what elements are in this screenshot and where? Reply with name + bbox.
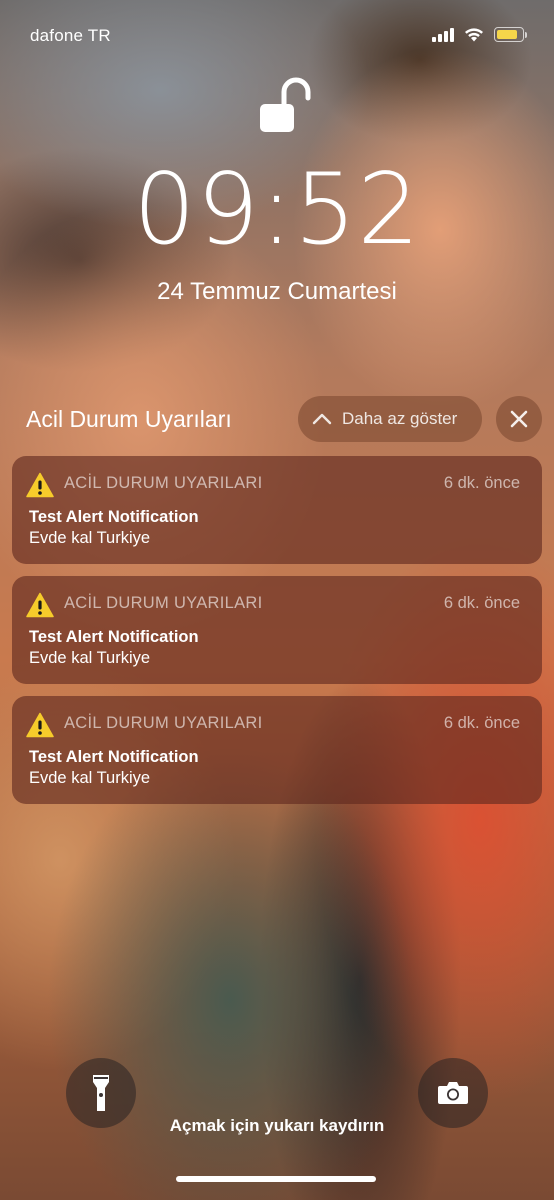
clock-time: 09:52 [133, 153, 421, 267]
battery-icon [494, 27, 527, 42]
unlocked-padlock-icon [260, 77, 311, 132]
notification-group-title: Acil Durum Uyarıları [26, 406, 232, 432]
notification-app-name: ACİL DURUM UYARILARI [64, 714, 263, 732]
notification-card[interactable]: ACİL DURUM UYARILARI 6 dk. önce Test Ale… [12, 456, 542, 564]
notification-card[interactable]: ACİL DURUM UYARILARI 6 dk. önce Test Ale… [12, 696, 542, 804]
notification-title: Test Alert Notification [29, 628, 199, 646]
wifi-icon [465, 28, 483, 42]
carrier-name: dafone TR [30, 26, 111, 45]
chevron-up-icon [312, 413, 332, 425]
swipe-up-hint: Açmak için yukarı kaydırın [169, 1116, 385, 1135]
battery-level [497, 30, 518, 39]
notification-body: Evde kal Turkiye [29, 649, 151, 667]
warning-icon [26, 472, 54, 498]
close-icon [510, 410, 528, 428]
notification-time: 6 dk. önce [443, 714, 520, 732]
notification-app-name: ACİL DURUM UYARILARI [64, 594, 263, 612]
notification-time: 6 dk. önce [443, 474, 520, 492]
notification-title: Test Alert Notification [29, 748, 199, 766]
notification-card[interactable]: ACİL DURUM UYARILARI 6 dk. önce Test Ale… [12, 576, 542, 684]
notification-title: Test Alert Notification [29, 508, 199, 526]
notification-app-name: ACİL DURUM UYARILARI [64, 474, 263, 492]
notification-time: 6 dk. önce [443, 594, 520, 612]
clock-date: 24 Temmuz Cumartesi [157, 278, 397, 305]
signal-icon [432, 27, 454, 42]
flashlight-icon [93, 1075, 109, 1111]
warning-icon [26, 712, 54, 738]
clear-group-button[interactable] [496, 396, 542, 442]
warning-icon [26, 592, 54, 618]
camera-icon [438, 1082, 468, 1104]
show-less-label: Daha az göster [342, 409, 458, 428]
status-icons [432, 27, 527, 42]
notification-body: Evde kal Turkiye [29, 529, 151, 547]
status-bar: dafone TR [0, 24, 554, 50]
notification-group-header: Acil Durum Uyarıları Daha az göster [26, 396, 542, 444]
notification-body: Evde kal Turkiye [29, 769, 151, 787]
home-indicator[interactable] [176, 1176, 376, 1182]
show-less-button[interactable]: Daha az göster [298, 396, 482, 442]
